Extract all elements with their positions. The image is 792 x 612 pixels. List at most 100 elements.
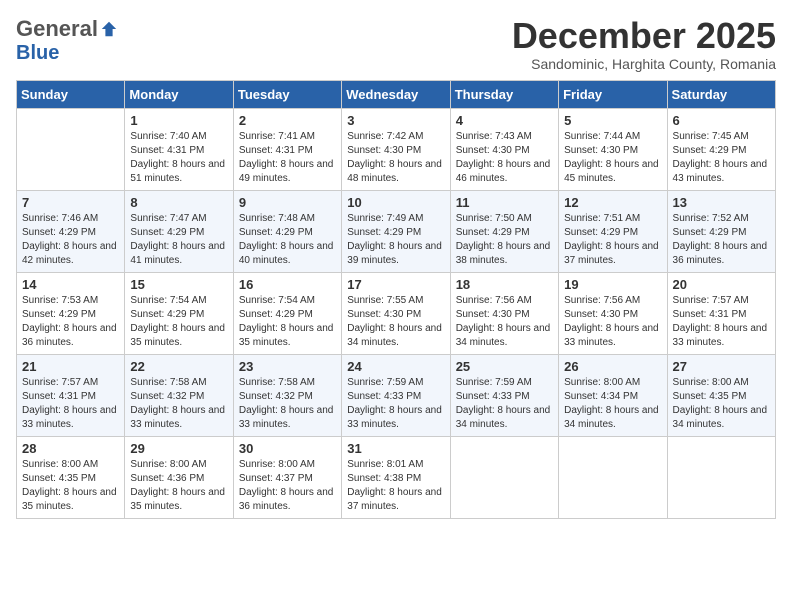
cell-day-number: 10	[347, 195, 444, 210]
calendar-cell: 6 Sunrise: 7:45 AMSunset: 4:29 PMDaylight…	[667, 108, 775, 190]
cell-sun-info: Sunrise: 7:56 AMSunset: 4:30 PMDaylight:…	[456, 294, 553, 350]
day-header-friday: Friday	[559, 80, 667, 108]
cell-sun-info: Sunrise: 7:46 AMSunset: 4:29 PMDaylight:…	[22, 212, 119, 268]
cell-sun-info: Sunrise: 7:49 AMSunset: 4:29 PMDaylight:…	[347, 212, 444, 268]
calendar-cell: 31 Sunrise: 8:01 AMSunset: 4:38 PMDayligh…	[342, 436, 450, 518]
cell-sun-info: Sunrise: 7:57 AMSunset: 4:31 PMDaylight:…	[673, 294, 770, 350]
cell-day-number: 17	[347, 277, 444, 292]
calendar-cell: 19 Sunrise: 7:56 AMSunset: 4:30 PMDayligh…	[559, 272, 667, 354]
calendar-cell	[450, 436, 558, 518]
calendar-cell	[667, 436, 775, 518]
calendar-cell: 30Sunrise: 8:00 AMSunset: 4:37 PMDayligh…	[233, 436, 341, 518]
calendar-week-row: 28 Sunrise: 8:00 AMSunset: 4:35 PMDayligh…	[17, 436, 776, 518]
cell-day-number: 5	[564, 113, 661, 128]
cell-day-number: 14	[22, 277, 119, 292]
calendar-cell: 13 Sunrise: 7:52 AMSunset: 4:29 PMDayligh…	[667, 190, 775, 272]
cell-day-number: 3	[347, 113, 444, 128]
cell-day-number: 13	[673, 195, 770, 210]
cell-sun-info: Sunrise: 7:52 AMSunset: 4:29 PMDaylight:…	[673, 212, 770, 268]
cell-day-number: 20	[673, 277, 770, 292]
logo-icon	[100, 20, 118, 38]
calendar-week-row: 21Sunrise: 7:57 AMSunset: 4:31 PMDayligh…	[17, 354, 776, 436]
day-header-sunday: Sunday	[17, 80, 125, 108]
cell-day-number: 1	[130, 113, 227, 128]
cell-sun-info: Sunrise: 7:58 AMSunset: 4:32 PMDaylight:…	[239, 376, 336, 432]
calendar-cell: 10 Sunrise: 7:49 AMSunset: 4:29 PMDayligh…	[342, 190, 450, 272]
cell-sun-info: Sunrise: 8:00 AMSunset: 4:35 PMDaylight:…	[22, 458, 119, 514]
title-section: December 2025 Sandominic, Harghita Count…	[512, 16, 776, 72]
cell-day-number: 31	[347, 441, 444, 456]
calendar-cell: 14 Sunrise: 7:53 AMSunset: 4:29 PMDayligh…	[17, 272, 125, 354]
cell-sun-info: Sunrise: 7:54 AMSunset: 4:29 PMDaylight:…	[130, 294, 227, 350]
cell-day-number: 12	[564, 195, 661, 210]
cell-sun-info: Sunrise: 7:43 AMSunset: 4:30 PMDaylight:…	[456, 130, 553, 186]
cell-sun-info: Sunrise: 7:51 AMSunset: 4:29 PMDaylight:…	[564, 212, 661, 268]
calendar-cell: 16Sunrise: 7:54 AMSunset: 4:29 PMDayligh…	[233, 272, 341, 354]
cell-sun-info: Sunrise: 7:55 AMSunset: 4:30 PMDaylight:…	[347, 294, 444, 350]
logo: General Blue	[16, 16, 118, 65]
month-title: December 2025	[512, 16, 776, 56]
calendar-cell: 15 Sunrise: 7:54 AMSunset: 4:29 PMDayligh…	[125, 272, 233, 354]
cell-day-number: 21	[22, 359, 119, 374]
calendar: SundayMondayTuesdayWednesdayThursdayFrid…	[16, 80, 776, 519]
cell-day-number: 9	[239, 195, 336, 210]
calendar-cell: 2 Sunrise: 7:41 AMSunset: 4:31 PMDaylight…	[233, 108, 341, 190]
cell-day-number: 6	[673, 113, 770, 128]
calendar-cell: 20 Sunrise: 7:57 AMSunset: 4:31 PMDayligh…	[667, 272, 775, 354]
calendar-cell: 23Sunrise: 7:58 AMSunset: 4:32 PMDayligh…	[233, 354, 341, 436]
cell-sun-info: Sunrise: 8:00 AMSunset: 4:35 PMDaylight:…	[673, 376, 770, 432]
cell-sun-info: Sunrise: 7:44 AMSunset: 4:30 PMDaylight:…	[564, 130, 661, 186]
cell-sun-info: Sunrise: 7:45 AMSunset: 4:29 PMDaylight:…	[673, 130, 770, 186]
calendar-cell: 4 Sunrise: 7:43 AMSunset: 4:30 PMDaylight…	[450, 108, 558, 190]
logo-blue-text: Blue	[16, 42, 59, 64]
cell-sun-info: Sunrise: 7:41 AMSunset: 4:31 PMDaylight:…	[239, 130, 336, 186]
cell-sun-info: Sunrise: 8:01 AMSunset: 4:38 PMDaylight:…	[347, 458, 444, 514]
calendar-cell: 26Sunrise: 8:00 AMSunset: 4:34 PMDayligh…	[559, 354, 667, 436]
calendar-cell: 17 Sunrise: 7:55 AMSunset: 4:30 PMDayligh…	[342, 272, 450, 354]
calendar-cell: 1 Sunrise: 7:40 AMSunset: 4:31 PMDaylight…	[125, 108, 233, 190]
cell-day-number: 30	[239, 441, 336, 456]
cell-sun-info: Sunrise: 7:50 AMSunset: 4:29 PMDaylight:…	[456, 212, 553, 268]
cell-day-number: 18	[456, 277, 553, 292]
calendar-week-row: 14 Sunrise: 7:53 AMSunset: 4:29 PMDayligh…	[17, 272, 776, 354]
calendar-cell: 29Sunrise: 8:00 AMSunset: 4:36 PMDayligh…	[125, 436, 233, 518]
calendar-header-row: SundayMondayTuesdayWednesdayThursdayFrid…	[17, 80, 776, 108]
cell-day-number: 2	[239, 113, 336, 128]
calendar-cell: 24Sunrise: 7:59 AMSunset: 4:33 PMDayligh…	[342, 354, 450, 436]
calendar-week-row: 7 Sunrise: 7:46 AMSunset: 4:29 PMDaylight…	[17, 190, 776, 272]
cell-sun-info: Sunrise: 7:54 AMSunset: 4:29 PMDaylight:…	[239, 294, 336, 350]
calendar-cell: 9 Sunrise: 7:48 AMSunset: 4:29 PMDaylight…	[233, 190, 341, 272]
cell-day-number: 29	[130, 441, 227, 456]
calendar-cell: 22Sunrise: 7:58 AMSunset: 4:32 PMDayligh…	[125, 354, 233, 436]
cell-sun-info: Sunrise: 7:42 AMSunset: 4:30 PMDaylight:…	[347, 130, 444, 186]
cell-day-number: 7	[22, 195, 119, 210]
calendar-cell: 3 Sunrise: 7:42 AMSunset: 4:30 PMDaylight…	[342, 108, 450, 190]
cell-sun-info: Sunrise: 7:48 AMSunset: 4:29 PMDaylight:…	[239, 212, 336, 268]
cell-sun-info: Sunrise: 7:53 AMSunset: 4:29 PMDaylight:…	[22, 294, 119, 350]
calendar-cell	[17, 108, 125, 190]
calendar-week-row: 1 Sunrise: 7:40 AMSunset: 4:31 PMDaylight…	[17, 108, 776, 190]
calendar-cell: 18 Sunrise: 7:56 AMSunset: 4:30 PMDayligh…	[450, 272, 558, 354]
cell-day-number: 26	[564, 359, 661, 374]
calendar-cell: 5 Sunrise: 7:44 AMSunset: 4:30 PMDaylight…	[559, 108, 667, 190]
calendar-cell: 11 Sunrise: 7:50 AMSunset: 4:29 PMDayligh…	[450, 190, 558, 272]
calendar-cell: 21Sunrise: 7:57 AMSunset: 4:31 PMDayligh…	[17, 354, 125, 436]
cell-sun-info: Sunrise: 7:47 AMSunset: 4:29 PMDaylight:…	[130, 212, 227, 268]
day-header-wednesday: Wednesday	[342, 80, 450, 108]
cell-sun-info: Sunrise: 7:59 AMSunset: 4:33 PMDaylight:…	[456, 376, 553, 432]
cell-sun-info: Sunrise: 7:56 AMSunset: 4:30 PMDaylight:…	[564, 294, 661, 350]
calendar-cell	[559, 436, 667, 518]
cell-day-number: 15	[130, 277, 227, 292]
cell-day-number: 27	[673, 359, 770, 374]
cell-sun-info: Sunrise: 7:59 AMSunset: 4:33 PMDaylight:…	[347, 376, 444, 432]
cell-day-number: 11	[456, 195, 553, 210]
cell-day-number: 4	[456, 113, 553, 128]
calendar-cell: 8Sunrise: 7:47 AMSunset: 4:29 PMDaylight…	[125, 190, 233, 272]
day-header-monday: Monday	[125, 80, 233, 108]
logo-general-text: General	[16, 16, 98, 42]
cell-sun-info: Sunrise: 7:58 AMSunset: 4:32 PMDaylight:…	[130, 376, 227, 432]
cell-day-number: 28	[22, 441, 119, 456]
cell-day-number: 19	[564, 277, 661, 292]
subtitle: Sandominic, Harghita County, Romania	[512, 56, 776, 72]
cell-sun-info: Sunrise: 7:40 AMSunset: 4:31 PMDaylight:…	[130, 130, 227, 186]
